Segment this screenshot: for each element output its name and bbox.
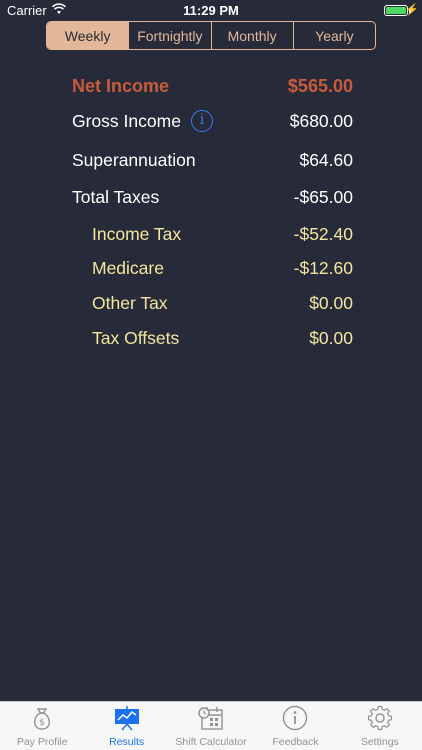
income-tax-label: Income Tax bbox=[92, 223, 182, 244]
tax-offsets-label: Tax Offsets bbox=[92, 327, 180, 348]
tab-monthly[interactable]: Monthly bbox=[210, 22, 293, 49]
status-bar: Carrier 11:29 PM ⚡ bbox=[0, 0, 422, 22]
calendar-clock-icon bbox=[198, 707, 223, 730]
tax-offsets-value: $0.00 bbox=[309, 327, 353, 348]
income-tax-row: Income Tax -$52.40 bbox=[92, 221, 353, 247]
svg-text:$: $ bbox=[39, 718, 45, 728]
tax-offsets-row: Tax Offsets $0.00 bbox=[92, 325, 353, 351]
tab-settings-label: Settings bbox=[360, 736, 399, 748]
tab-fortnightly[interactable]: Fortnightly bbox=[128, 22, 210, 49]
tab-bar: $ Pay Profile Results Shift Calculator F… bbox=[0, 701, 422, 750]
info-icon[interactable]: i bbox=[190, 110, 213, 132]
gross-income-value: $680.00 bbox=[289, 110, 353, 131]
tab-weekly[interactable]: Weekly bbox=[47, 22, 129, 49]
superannuation-label: Superannuation bbox=[72, 149, 196, 170]
other-tax-label: Other Tax bbox=[92, 292, 168, 313]
income-tax-value: -$52.40 bbox=[293, 223, 353, 244]
tab-feedback[interactable]: Feedback bbox=[253, 702, 337, 750]
tab-pay-profile[interactable]: $ Pay Profile bbox=[0, 702, 84, 750]
superannuation-value: $64.60 bbox=[299, 149, 353, 170]
net-income-value: $565.00 bbox=[287, 75, 353, 96]
other-tax-value: $0.00 bbox=[309, 292, 353, 313]
other-tax-row: Other Tax $0.00 bbox=[92, 290, 353, 316]
medicare-row: Medicare -$12.60 bbox=[92, 255, 353, 281]
gross-income-row: Gross Income i $680.00 bbox=[72, 108, 353, 134]
total-taxes-row: Total Taxes -$65.00 bbox=[72, 184, 353, 210]
money-bag-icon: $ bbox=[34, 708, 51, 730]
total-taxes-value: -$65.00 bbox=[293, 186, 353, 207]
tab-results[interactable]: Results bbox=[84, 702, 168, 750]
gross-income-label: Gross Income bbox=[72, 110, 181, 131]
tab-shift-calculator[interactable]: Shift Calculator bbox=[169, 702, 253, 750]
medicare-value: -$12.60 bbox=[293, 257, 353, 278]
net-income-label: Net Income bbox=[72, 75, 170, 96]
tab-feedback-label: Feedback bbox=[272, 736, 319, 748]
tab-settings[interactable]: Settings bbox=[338, 702, 422, 750]
tab-yearly[interactable]: Yearly bbox=[292, 22, 375, 49]
charging-bolt-icon: ⚡ bbox=[405, 4, 419, 16]
presentation-chart-icon bbox=[114, 706, 139, 731]
tab-pay-profile-label: Pay Profile bbox=[16, 736, 68, 748]
gear-icon bbox=[367, 705, 392, 731]
tab-results-label: Results bbox=[109, 736, 145, 748]
total-taxes-label: Total Taxes bbox=[72, 186, 160, 207]
net-income-row: Net Income $565.00 bbox=[72, 73, 353, 99]
superannuation-row: Superannuation $64.60 bbox=[72, 147, 353, 173]
tab-shift-calculator-label: Shift Calculator bbox=[175, 736, 247, 748]
clock: 11:29 PM bbox=[183, 3, 239, 18]
info-circle-icon bbox=[283, 705, 308, 731]
period-segmented-control: Weekly Fortnightly Monthly Yearly bbox=[46, 21, 376, 50]
medicare-label: Medicare bbox=[92, 257, 164, 278]
